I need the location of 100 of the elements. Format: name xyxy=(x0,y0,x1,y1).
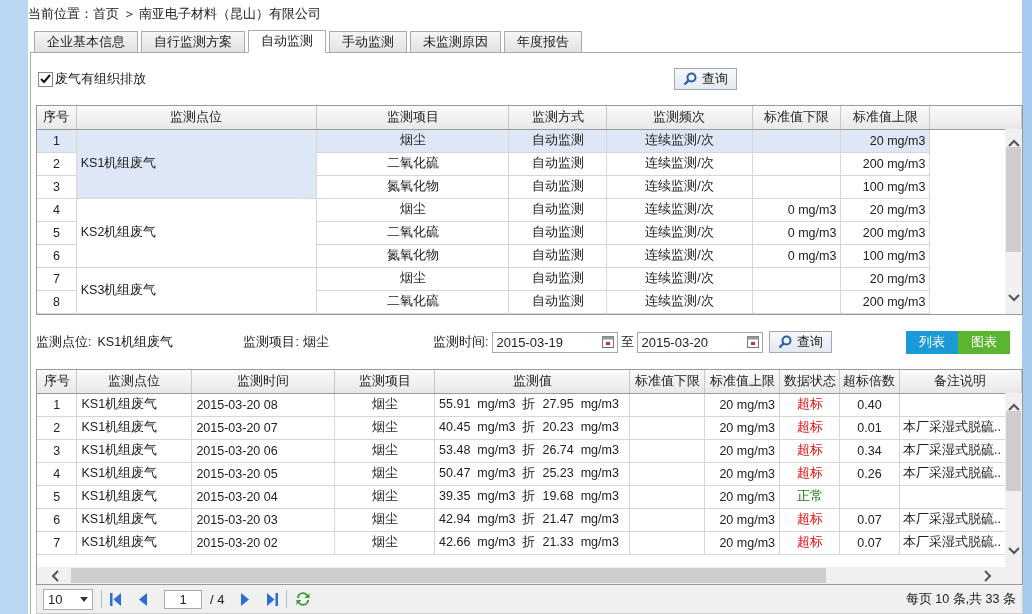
column-header: 监测点位 xyxy=(76,106,317,129)
table-cell: 40.45 mg/m3 折 20.23 mg/m3 xyxy=(434,416,630,439)
column-header: 标准值下限 xyxy=(752,106,841,129)
pagination-summary: 每页 10 条,共 33 条 xyxy=(905,590,1016,608)
table-cell: 连续监测/次 xyxy=(606,267,753,290)
checkbox[interactable] xyxy=(38,71,53,87)
query-button[interactable]: 查询 xyxy=(674,68,737,90)
scroll-down-icon[interactable] xyxy=(1007,294,1020,302)
table-cell: 连续监测/次 xyxy=(606,129,753,152)
table-cell: 5 xyxy=(37,221,77,244)
last-page-icon[interactable] xyxy=(266,592,279,606)
page-total: / 4 xyxy=(210,591,225,607)
table-cell: 连续监测/次 xyxy=(606,244,753,267)
column-header: 标准值下限 xyxy=(629,370,705,393)
refresh-icon[interactable] xyxy=(295,591,312,607)
table-cell: 烟尘 xyxy=(316,198,509,221)
tab[interactable]: 企业基本信息 xyxy=(34,31,138,52)
scroll-right-icon[interactable] xyxy=(984,569,992,582)
table-cell: 烟尘 xyxy=(316,129,509,152)
table-cell: 二氧化硫 xyxy=(316,152,509,175)
column-header: 监测方式 xyxy=(508,106,607,129)
tab[interactable]: 自动监测 xyxy=(248,30,326,53)
horizontal-scrollbar[interactable] xyxy=(37,567,1022,584)
table-cell: 2015-03-20 04 xyxy=(191,485,335,508)
table-cell: 5 xyxy=(37,485,77,508)
table-cell: 连续监测/次 xyxy=(606,152,753,175)
table-cell: 6 xyxy=(37,508,77,531)
calendar-icon[interactable] xyxy=(602,336,615,348)
table-cell: 4 xyxy=(37,198,77,221)
column-header: 监测项目 xyxy=(334,370,435,393)
point-label: 监测点位: xyxy=(36,333,92,351)
table-cell: 7 xyxy=(37,531,77,554)
column-header: 数据状态 xyxy=(779,370,840,393)
vertical-scrollbar[interactable] xyxy=(1005,393,1022,567)
table-cell: 连续监测/次 xyxy=(606,198,753,221)
time-label: 监测时间: xyxy=(432,333,489,351)
column-header: 超标倍数 xyxy=(839,370,900,393)
table-cell: 2 xyxy=(37,416,77,439)
table-cell: 2015-03-20 02 xyxy=(191,531,335,554)
tab[interactable]: 自行监测方案 xyxy=(141,31,245,52)
table-cell: 2015-03-20 03 xyxy=(191,508,335,531)
calendar-icon[interactable] xyxy=(747,336,760,348)
scroll-up-icon[interactable] xyxy=(1007,139,1020,147)
column-header: 监测项目 xyxy=(316,106,509,129)
table-cell: KS1机组废气 xyxy=(76,129,317,198)
first-page-icon[interactable] xyxy=(110,592,122,606)
table-cell: 2015-03-20 08 xyxy=(191,393,335,416)
table-cell: 1 xyxy=(37,129,77,152)
column-header: 监测时间 xyxy=(191,370,335,393)
table-cell: 连续监测/次 xyxy=(606,221,753,244)
column-header: 监测值 xyxy=(434,370,630,393)
column-header: 监测点位 xyxy=(76,370,192,393)
item-label: 监测项目: xyxy=(243,333,299,351)
item-value: 烟尘 xyxy=(302,333,330,351)
search-icon xyxy=(683,72,697,86)
tab[interactable]: 未监测原因 xyxy=(410,31,501,52)
page-size-select[interactable]: 10 xyxy=(43,588,93,610)
table-cell: KS2机组废气 xyxy=(76,198,317,267)
table-cell: 39.35 mg/m3 折 19.68 mg/m3 xyxy=(434,485,630,508)
search-icon xyxy=(778,335,793,349)
table-cell: 53.48 mg/m3 折 26.74 mg/m3 xyxy=(434,439,630,462)
table-cell: 二氧化硫 xyxy=(316,290,509,313)
table-cell: 50.47 mg/m3 折 25.23 mg/m3 xyxy=(434,462,630,485)
tab[interactable]: 手动监测 xyxy=(329,31,407,52)
table-cell: 4 xyxy=(37,462,77,485)
table-cell: 3 xyxy=(37,439,77,462)
table-cell: 2 xyxy=(37,152,77,175)
table-cell: 氮氧化物 xyxy=(316,175,509,198)
column-header: 序号 xyxy=(37,370,77,393)
caret-icon[interactable] xyxy=(80,596,88,602)
column-header: 监测频次 xyxy=(606,106,753,129)
table-cell: 连续监测/次 xyxy=(606,290,753,313)
table-cell: KS1机组废气 xyxy=(76,439,192,462)
table-cell: KS1机组废气 xyxy=(76,416,192,439)
table-cell: 1 xyxy=(37,393,77,416)
table-cell: 2015-03-20 05 xyxy=(191,462,335,485)
range-label: 至 xyxy=(621,333,635,351)
date-field[interactable]: 2015-03-20 xyxy=(637,331,764,353)
table-cell: KS1机组废气 xyxy=(76,462,192,485)
table-cell: KS1机组废气 xyxy=(76,485,192,508)
point-value: KS1机组废气 xyxy=(97,333,175,351)
table-cell: KS1机组废气 xyxy=(76,508,192,531)
table-cell: 3 xyxy=(37,175,77,198)
table-cell: 氮氧化物 xyxy=(316,244,509,267)
table-cell: KS1机组废气 xyxy=(76,531,192,554)
table-cell: 2015-03-20 06 xyxy=(191,439,335,462)
query-button[interactable]: 查询 xyxy=(769,331,833,353)
date-field[interactable]: 2015-03-19 xyxy=(492,331,619,353)
table-cell: 6 xyxy=(37,244,77,267)
scroll-down-icon[interactable] xyxy=(1007,547,1020,555)
table-cell: 8 xyxy=(37,290,77,313)
column-header: 标准值上限 xyxy=(704,370,780,393)
page-input[interactable]: 1 xyxy=(164,589,202,609)
table-cell: 55.91 mg/m3 折 27.95 mg/m3 xyxy=(434,393,630,416)
tab[interactable]: 年度报告 xyxy=(504,31,582,52)
previous-page-icon[interactable] xyxy=(136,592,150,606)
scroll-up-icon[interactable] xyxy=(1007,403,1020,411)
vertical-scrollbar[interactable] xyxy=(1005,129,1022,314)
scroll-left-icon[interactable] xyxy=(51,569,59,582)
table-cell: KS3机组废气 xyxy=(76,267,317,313)
